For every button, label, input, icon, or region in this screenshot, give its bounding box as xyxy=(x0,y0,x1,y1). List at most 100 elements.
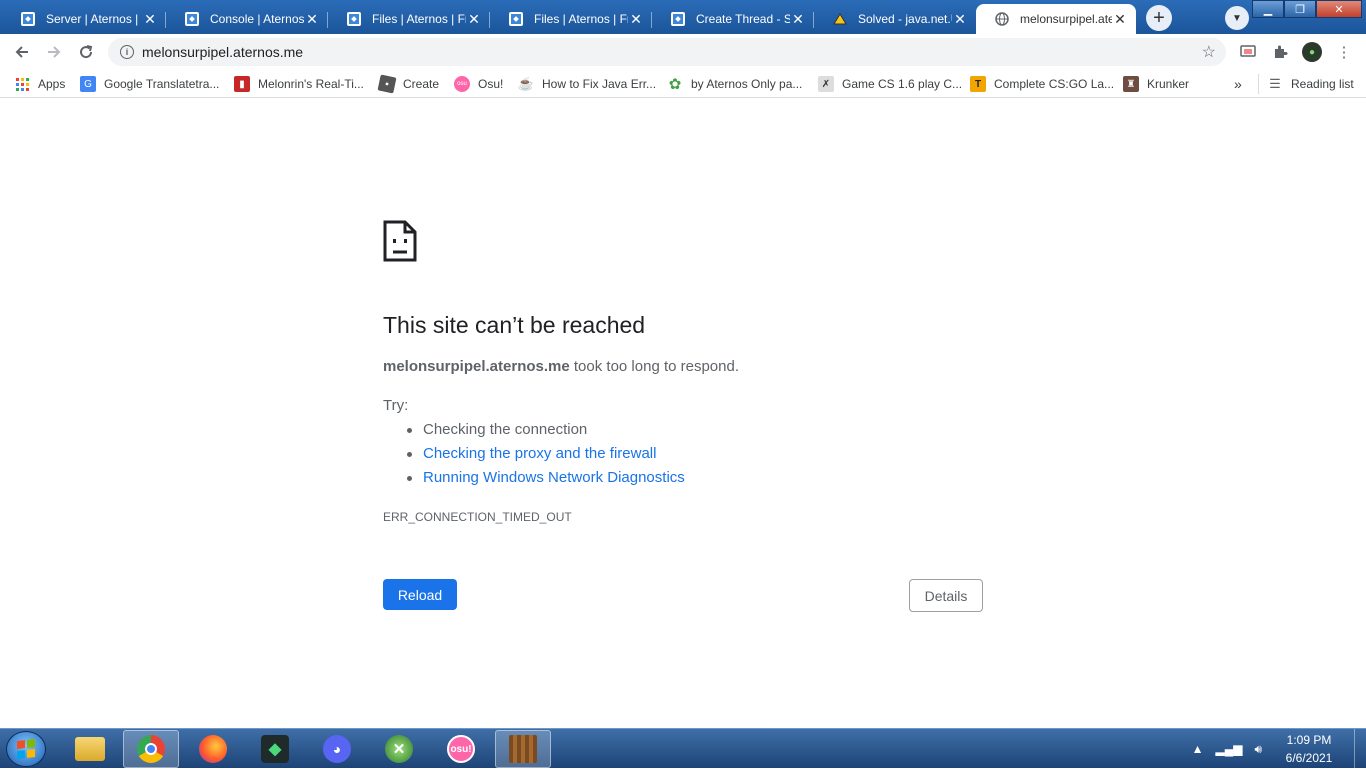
suggestion-network-diagnostics-link[interactable]: Running Windows Network Diagnostics xyxy=(407,468,685,492)
forward-button[interactable] xyxy=(40,38,68,66)
extensions-puzzle-icon[interactable] xyxy=(1270,42,1290,62)
volume-icon[interactable]: 🔊︎ xyxy=(1254,742,1262,757)
taskbar-app-xbox[interactable]: ✕ xyxy=(371,730,427,768)
folder-icon xyxy=(75,737,105,761)
aternos-icon xyxy=(508,11,524,27)
close-tab-icon[interactable]: ✕ xyxy=(466,11,482,27)
start-button[interactable] xyxy=(6,731,46,767)
bookmark-label: Krunker xyxy=(1147,77,1190,91)
bookmark-label: Game CS 1.6 play C... xyxy=(842,77,963,91)
tab-console-aternos[interactable]: Console | Aternos ✕ xyxy=(166,4,328,34)
tab-files-aternos-1[interactable]: Files | Aternos | Fre ✕ xyxy=(328,4,490,34)
java-icon: ☕ xyxy=(517,76,535,91)
menu-kebab-icon[interactable]: ⋮ xyxy=(1334,42,1354,62)
bookmark-cs16[interactable]: ✗ Game CS 1.6 play C... xyxy=(818,74,962,94)
close-window-button[interactable]: ✕ xyxy=(1316,0,1362,18)
krunker-icon: ♜ xyxy=(1123,76,1139,92)
bookmark-star-icon[interactable]: ☆ xyxy=(1202,42,1216,62)
taskbar-app-green[interactable]: ◆ xyxy=(247,730,303,768)
clock-time: 1:09 PM xyxy=(1286,733,1332,747)
taskbar-minecraft[interactable] xyxy=(495,730,551,768)
reading-list-button[interactable]: ☰ Reading list xyxy=(1258,74,1354,94)
back-button[interactable] xyxy=(8,38,36,66)
bookmark-label: Complete CS:GO La... xyxy=(994,77,1115,91)
bookmark-label: by Aternos Only pa... xyxy=(691,77,803,91)
show-hidden-icons[interactable]: ▲ xyxy=(1192,742,1204,756)
windows-taskbar: ◆ ◕ ✕ osu! ▲ ▂▄▆ 🔊︎ 1:09 PM 6/6/2021 xyxy=(0,728,1366,769)
apps-grid-icon xyxy=(14,76,30,92)
bookmark-label: How to Fix Java Err... xyxy=(542,77,657,91)
aternos-icon xyxy=(670,11,686,27)
close-tab-icon[interactable]: ✕ xyxy=(628,11,644,27)
network-signal-icon[interactable]: ▂▄▆ xyxy=(1215,742,1242,756)
taskbar-file-explorer[interactable] xyxy=(62,730,118,768)
taskbar-chrome[interactable] xyxy=(123,730,179,768)
bookmark-apps[interactable]: Apps xyxy=(14,74,65,94)
tab-search-button[interactable]: ▼ xyxy=(1225,6,1249,30)
bookmark-osu[interactable]: osu Osu! xyxy=(454,74,503,94)
clock[interactable]: 1:09 PM 6/6/2021 xyxy=(1274,731,1344,767)
bookmark-label: Osu! xyxy=(478,77,504,91)
roblox-icon: ▪ xyxy=(377,74,397,94)
reload-toolbar-button[interactable] xyxy=(72,38,100,66)
cursor-app-icon: ◆ xyxy=(261,735,289,763)
taskbar-osu[interactable]: osu! xyxy=(433,730,489,768)
close-tab-icon[interactable]: ✕ xyxy=(304,11,320,27)
bookmark-label: Apps xyxy=(38,77,66,91)
bookmark-melonrin[interactable]: ▮ Melonrin's Real-Ti... xyxy=(234,74,364,94)
bookmark-java-fix[interactable]: ☕ How to Fix Java Err... xyxy=(518,74,656,94)
new-tab-button[interactable]: + xyxy=(1146,5,1172,31)
reading-list-label: Reading list xyxy=(1291,77,1354,91)
show-desktop-button[interactable] xyxy=(1354,729,1366,769)
bookmark-google-translate[interactable]: G Google Translatetra... xyxy=(80,74,219,94)
tab-server-aternos[interactable]: Server | Aternos | F ✕ xyxy=(2,4,166,34)
windows-logo-icon xyxy=(17,739,35,759)
reload-button[interactable]: Reload xyxy=(383,579,457,610)
close-tab-icon[interactable]: ✕ xyxy=(952,11,968,27)
site-info-icon[interactable]: i xyxy=(120,45,134,59)
cs-icon: ✗ xyxy=(818,76,834,92)
bookmark-label: Google Translatetra... xyxy=(104,77,220,91)
error-title: This site can’t be reached xyxy=(383,312,646,338)
game-app-icon: ✕ xyxy=(385,735,413,763)
try-label: Try: xyxy=(383,397,409,414)
address-bar[interactable]: i melonsurpipel.aternos.me ☆ xyxy=(108,38,1226,66)
cast-icon[interactable] xyxy=(1238,42,1258,62)
tab-title: Files | Aternos | Fre xyxy=(372,12,466,26)
gear-green-icon: ✿ xyxy=(668,76,682,93)
bookmark-csgo[interactable]: T Complete CS:GO La... xyxy=(970,74,1114,94)
url-text[interactable]: melonsurpipel.aternos.me xyxy=(142,44,1202,60)
tab-title: Create Thread - Se xyxy=(696,12,790,26)
suggestion-proxy-firewall-link[interactable]: Checking the proxy and the firewall xyxy=(407,444,685,468)
clock-date: 6/6/2021 xyxy=(1285,751,1333,765)
tab-title: Files | Aternos | Fre xyxy=(534,12,628,26)
sad-document-icon xyxy=(383,220,417,262)
tab-solved-java[interactable]: Solved - java.net.U ✕ xyxy=(814,4,976,34)
details-button[interactable]: Details xyxy=(909,579,983,612)
globe-icon xyxy=(994,11,1010,27)
aternos-icon xyxy=(184,11,200,27)
tab-melonsurpipel-active[interactable]: melonsurpipel.ate ✕ xyxy=(976,4,1136,34)
tab-files-aternos-2[interactable]: Files | Aternos | Fre ✕ xyxy=(490,4,652,34)
bookmarks-overflow-button[interactable]: » xyxy=(1234,74,1242,94)
arrow-right-icon xyxy=(48,46,61,58)
maximize-button[interactable]: ❐ xyxy=(1284,0,1316,18)
error-host: melonsurpipel.aternos.me xyxy=(383,358,570,375)
minimize-button[interactable]: ▁ xyxy=(1252,0,1284,18)
browser-toolbar: i melonsurpipel.aternos.me ☆ ● ⋮ xyxy=(0,34,1366,70)
tab-title: melonsurpipel.ate xyxy=(1020,12,1112,26)
tab-title: Solved - java.net.U xyxy=(858,12,952,26)
taskbar-discord[interactable]: ◕ xyxy=(309,730,365,768)
bookmark-aternos-only[interactable]: ✿ by Aternos Only pa... xyxy=(667,74,803,94)
bookmark-create[interactable]: ▪ Create xyxy=(377,74,439,94)
close-tab-icon[interactable]: ✕ xyxy=(1112,11,1128,27)
tab-create-thread[interactable]: Create Thread - Se ✕ xyxy=(652,4,814,34)
arrow-left-icon xyxy=(15,46,28,58)
bookmark-krunker[interactable]: ♜ Krunker xyxy=(1123,74,1189,94)
profile-avatar[interactable]: ● xyxy=(1302,42,1322,62)
crafting-table-icon xyxy=(509,735,537,763)
taskbar-firefox[interactable] xyxy=(185,730,241,768)
close-tab-icon[interactable]: ✕ xyxy=(790,11,806,27)
close-tab-icon[interactable]: ✕ xyxy=(142,11,158,27)
window-controls: ▁ ❐ ✕ xyxy=(1252,0,1362,18)
